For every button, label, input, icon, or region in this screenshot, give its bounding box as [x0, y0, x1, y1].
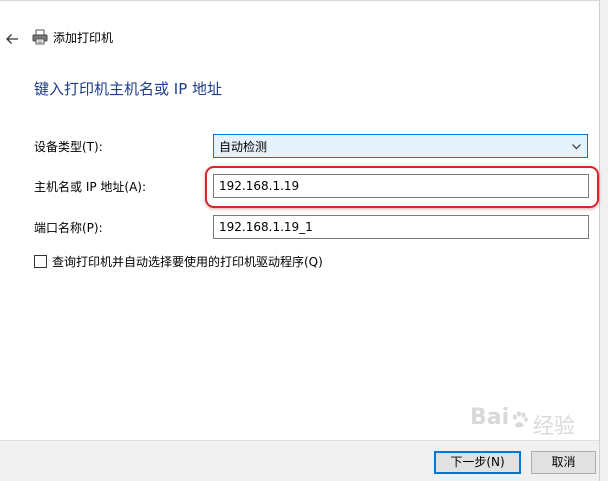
window-top-border [0, 0, 600, 1]
query-printer-checkbox[interactable] [34, 255, 47, 268]
port-name-input[interactable] [213, 215, 589, 239]
window-title: 添加打印机 [53, 31, 114, 45]
watermark-text-secondary: 经验 [533, 414, 575, 438]
device-type-select[interactable]: 自动检测 [213, 134, 588, 158]
back-arrow-icon[interactable] [3, 30, 21, 48]
next-button[interactable]: 下一步(N) [434, 451, 521, 474]
paw-icon [513, 411, 528, 428]
chevron-down-icon [572, 144, 581, 150]
cancel-button[interactable]: 取消 [531, 451, 596, 474]
printer-icon [32, 29, 48, 45]
device-type-label: 设备类型(T): [34, 140, 103, 154]
hostname-label: 主机名或 IP 地址(A): [34, 180, 147, 194]
port-name-label: 端口名称(P): [34, 221, 103, 235]
hostname-input[interactable] [213, 174, 589, 198]
query-printer-label[interactable]: 查询打印机并自动选择要使用的打印机驱动程序(Q) [52, 255, 323, 270]
window-right-edge [599, 0, 608, 481]
watermark-text: Bai [470, 405, 510, 430]
page-heading: 键入打印机主机名或 IP 地址 [34, 80, 223, 98]
device-type-value: 自动检测 [219, 140, 268, 154]
